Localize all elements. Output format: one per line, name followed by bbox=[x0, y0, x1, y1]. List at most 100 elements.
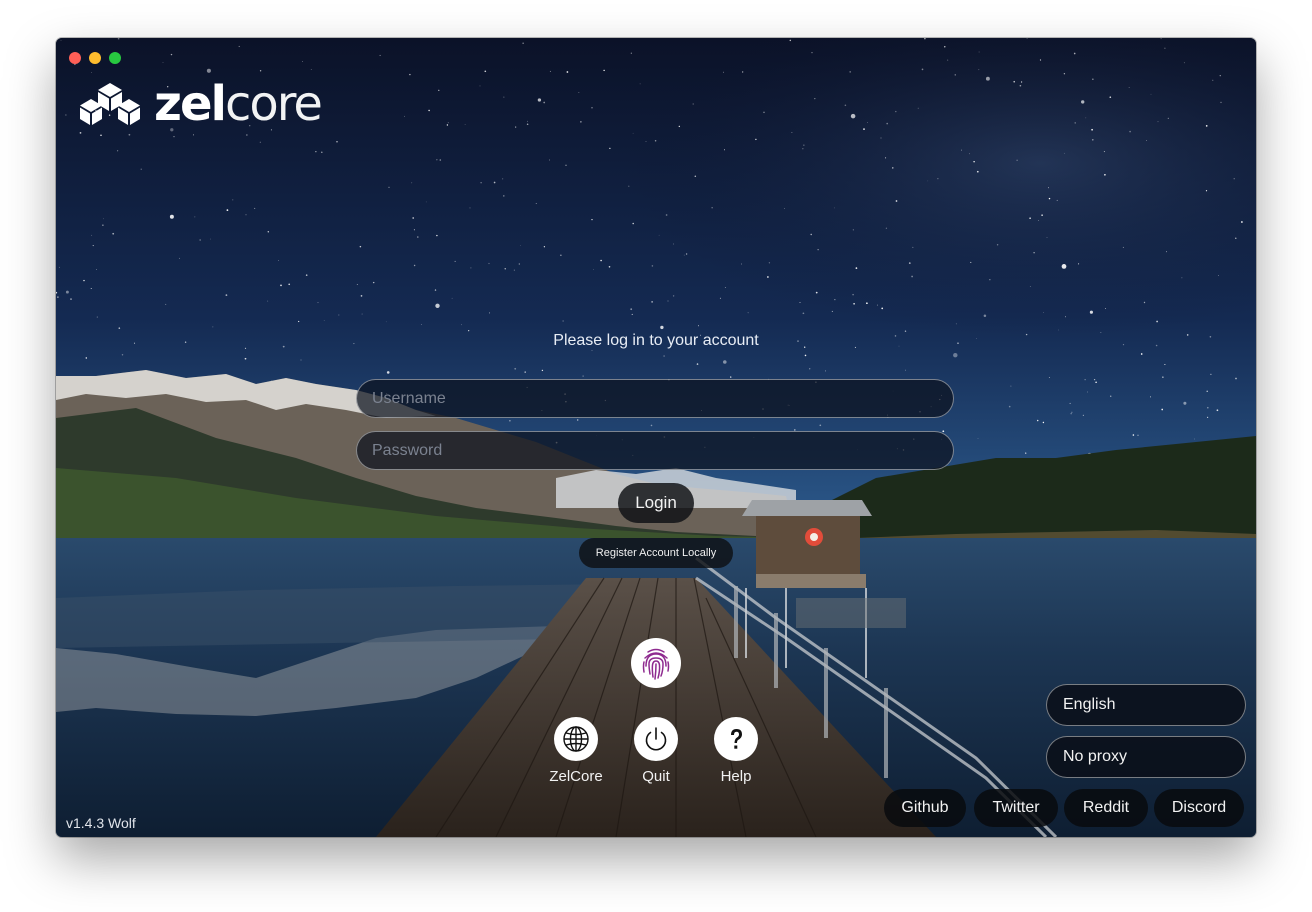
zelcore-label: ZelCore bbox=[549, 768, 603, 785]
github-link[interactable]: Github bbox=[884, 789, 966, 827]
star bbox=[1069, 402, 1071, 404]
star bbox=[905, 369, 906, 371]
star bbox=[1156, 320, 1158, 323]
star bbox=[639, 83, 641, 85]
fingerprint-login-button[interactable] bbox=[631, 638, 681, 688]
star bbox=[438, 89, 440, 91]
star bbox=[912, 246, 914, 248]
star bbox=[1235, 237, 1237, 239]
logo-wordmark: zelcore bbox=[154, 80, 323, 128]
help-button[interactable]: Help bbox=[701, 717, 771, 785]
question-icon-button[interactable] bbox=[714, 717, 758, 761]
star bbox=[911, 275, 913, 278]
star bbox=[91, 72, 93, 73]
star bbox=[1235, 377, 1237, 380]
language-select[interactable]: English bbox=[1046, 684, 1246, 726]
star bbox=[1104, 173, 1106, 176]
star bbox=[667, 300, 669, 302]
zelcore-logo: zelcore bbox=[78, 80, 323, 128]
star bbox=[96, 269, 97, 271]
star bbox=[412, 217, 415, 219]
reddit-link[interactable]: Reddit bbox=[1064, 789, 1148, 827]
star bbox=[1210, 373, 1212, 376]
star bbox=[767, 276, 769, 278]
star bbox=[386, 371, 390, 374]
star bbox=[562, 320, 564, 322]
star bbox=[232, 199, 234, 201]
star bbox=[128, 133, 131, 136]
globe-icon-button[interactable] bbox=[554, 717, 598, 761]
star bbox=[489, 312, 491, 314]
star bbox=[651, 265, 654, 267]
star bbox=[280, 284, 282, 287]
star bbox=[428, 109, 430, 112]
star bbox=[1110, 395, 1112, 397]
star bbox=[1038, 220, 1039, 221]
star bbox=[259, 70, 262, 72]
star bbox=[1089, 310, 1093, 314]
star bbox=[244, 357, 247, 360]
star bbox=[631, 313, 633, 315]
star bbox=[103, 218, 104, 220]
star bbox=[518, 263, 520, 265]
star bbox=[970, 261, 972, 263]
star bbox=[791, 132, 793, 133]
close-window-button[interactable] bbox=[69, 52, 81, 64]
star bbox=[454, 260, 456, 262]
star bbox=[116, 150, 119, 152]
star bbox=[1146, 140, 1148, 141]
star bbox=[742, 71, 744, 73]
star bbox=[834, 299, 836, 301]
star bbox=[1063, 73, 1066, 75]
password-input[interactable] bbox=[356, 431, 954, 470]
star bbox=[855, 267, 858, 269]
star bbox=[140, 168, 142, 170]
star bbox=[582, 375, 584, 377]
quit-button[interactable]: Quit bbox=[621, 717, 691, 785]
zelcore-site-button[interactable]: ZelCore bbox=[541, 717, 611, 785]
power-icon-button[interactable] bbox=[634, 717, 678, 761]
star bbox=[300, 359, 302, 361]
login-button[interactable]: Login bbox=[618, 483, 694, 523]
star bbox=[1150, 93, 1152, 95]
star bbox=[514, 367, 517, 370]
star bbox=[199, 239, 201, 241]
star bbox=[278, 260, 279, 261]
discord-link[interactable]: Discord bbox=[1154, 789, 1244, 827]
star bbox=[747, 312, 749, 314]
star bbox=[1029, 217, 1031, 219]
star bbox=[886, 122, 888, 125]
star bbox=[165, 303, 167, 305]
username-input[interactable] bbox=[356, 379, 954, 418]
star bbox=[413, 264, 416, 267]
star bbox=[885, 227, 888, 229]
star bbox=[723, 71, 724, 73]
star bbox=[672, 295, 675, 297]
star bbox=[1132, 434, 1135, 436]
star bbox=[58, 266, 60, 268]
proxy-select[interactable]: No proxy bbox=[1046, 736, 1246, 778]
star bbox=[439, 159, 442, 161]
star bbox=[385, 321, 387, 323]
maximize-window-button[interactable] bbox=[109, 52, 121, 64]
star bbox=[1092, 78, 1094, 80]
star bbox=[100, 134, 102, 136]
star bbox=[730, 376, 732, 378]
star bbox=[96, 316, 98, 318]
star bbox=[451, 297, 453, 299]
star bbox=[60, 40, 62, 41]
star bbox=[225, 294, 228, 296]
star bbox=[480, 182, 482, 184]
twitter-link[interactable]: Twitter bbox=[974, 789, 1058, 827]
star bbox=[1016, 159, 1018, 161]
star bbox=[576, 419, 579, 421]
star bbox=[210, 238, 211, 240]
star bbox=[1207, 406, 1209, 409]
register-account-button[interactable]: Register Account Locally bbox=[579, 538, 733, 568]
cubes-logo-icon bbox=[80, 83, 140, 125]
star bbox=[484, 70, 487, 73]
minimize-window-button[interactable] bbox=[89, 52, 101, 64]
version-label: v1.4.3 Wolf bbox=[66, 815, 136, 831]
star bbox=[803, 144, 805, 146]
star bbox=[768, 262, 771, 264]
